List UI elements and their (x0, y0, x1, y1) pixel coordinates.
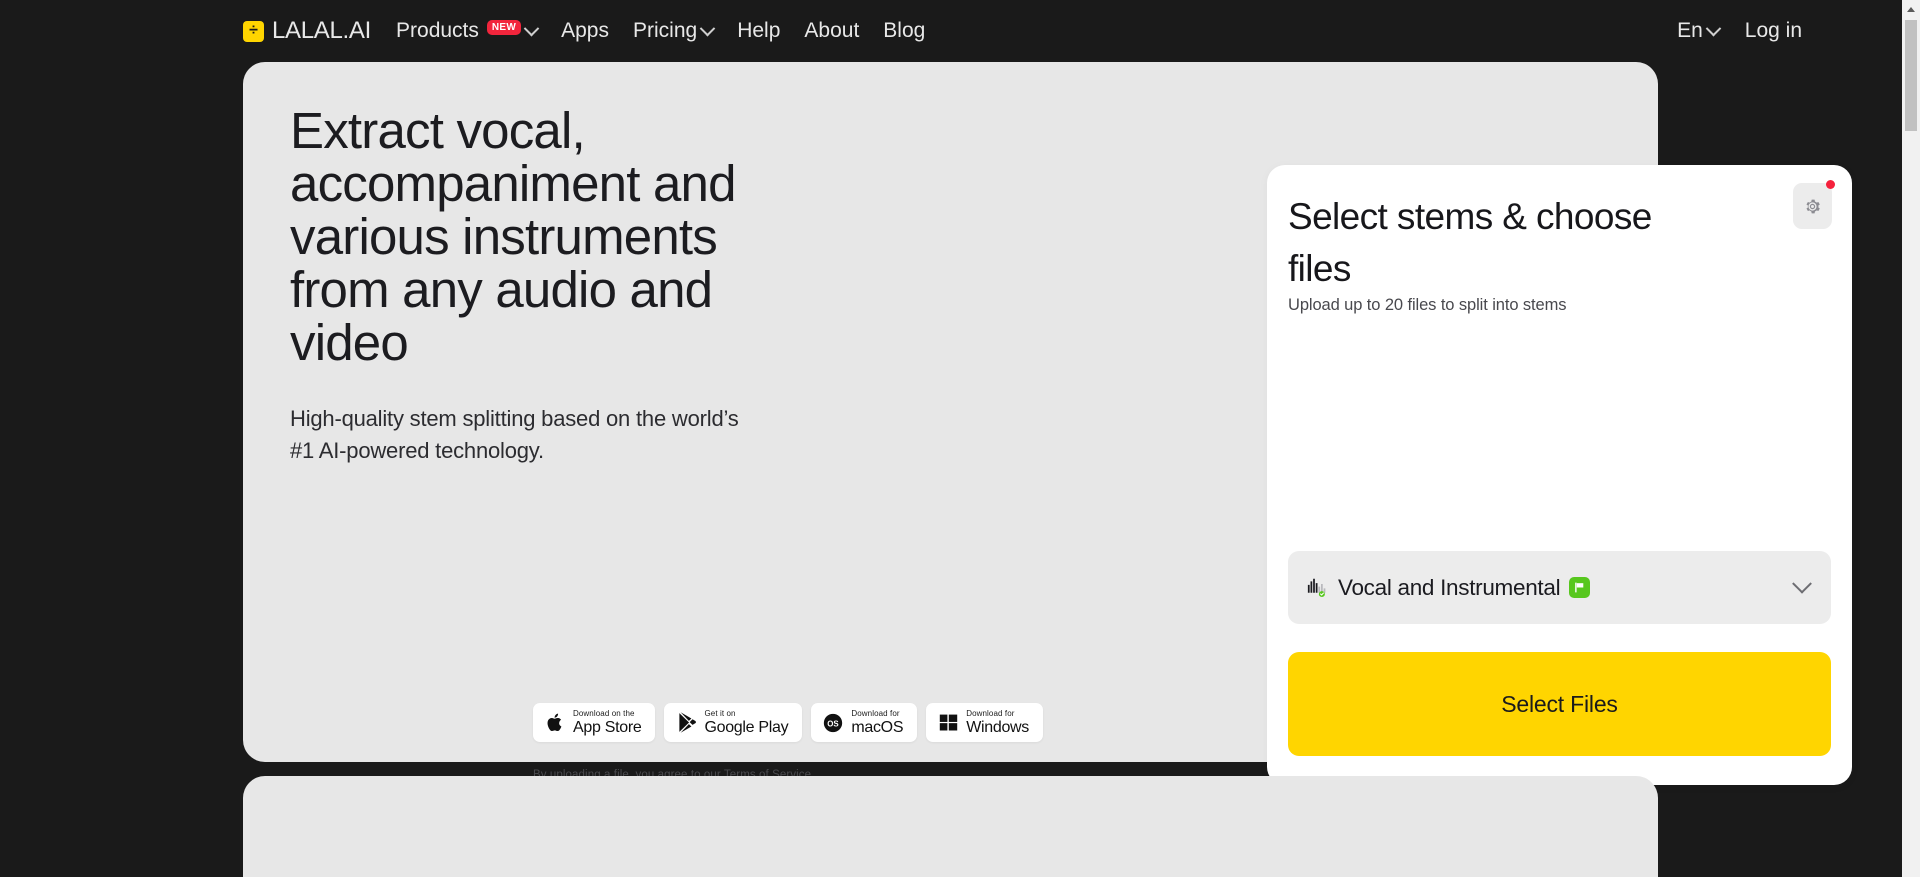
nav-item-blog-label: Blog (883, 19, 926, 42)
hero-panel: Extract vocal, accompaniment and various… (243, 62, 1852, 785)
settings-button[interactable] (1793, 180, 1835, 229)
nav-item-pricing-label: Pricing (633, 19, 698, 42)
brand-name: LALAL.AI (272, 17, 372, 44)
nav-right-group: En Log in (1677, 19, 1860, 43)
app-store-badge[interactable]: Download on the App Store (533, 703, 656, 742)
waveform-stems-icon (1307, 578, 1326, 598)
chevron-down-icon (699, 20, 716, 36)
google-play-badge-text: Get it on Google Play (704, 708, 789, 736)
language-selector-label: En (1677, 19, 1703, 42)
nav-item-help[interactable]: Help (737, 19, 780, 43)
macos-icon: OS (823, 712, 843, 734)
app-store-badge-label: App Store (573, 718, 642, 736)
macos-badge-pretext: Download for (851, 708, 900, 718)
login-link-label: Log in (1744, 19, 1802, 42)
hero-text-block: Extract vocal, accompaniment and various… (290, 104, 810, 467)
select-files-button[interactable]: Select Files (1288, 652, 1831, 756)
store-badges: Download on the App Store Get it on Goog… (533, 703, 1044, 742)
nav-item-apps[interactable]: Apps (561, 19, 609, 43)
macos-badge-label: macOS (851, 718, 904, 736)
google-play-badge[interactable]: Get it on Google Play (664, 703, 803, 742)
hero-subtitle: High-quality stem splitting based on the… (290, 406, 739, 463)
windows-badge-text: Download for Windows (966, 708, 1030, 736)
scrollbar-thumb[interactable] (1905, 20, 1917, 131)
macos-badge[interactable]: OS Download for macOS (811, 703, 918, 742)
upload-card-title: Select stems & choose files (1288, 196, 1652, 289)
language-selector[interactable]: En (1677, 19, 1722, 43)
nav-item-products[interactable]: Products NEW (396, 19, 540, 43)
windows-icon (938, 712, 958, 734)
lalal-logo-icon: ÷ (243, 20, 264, 42)
nav-item-products-label: Products (396, 19, 479, 42)
stem-selector[interactable]: Vocal and Instrumental (1288, 551, 1831, 624)
chevron-up-icon (1907, 6, 1915, 12)
page-title: Extract vocal, accompaniment and various… (290, 102, 736, 371)
windows-badge-label: Windows (966, 718, 1030, 736)
top-navigation: ÷ LALAL.AI Products NEW Apps Pricing Hel… (0, 0, 1900, 62)
page-scrollbar[interactable] (1902, 0, 1920, 877)
nav-item-about-label: About (804, 19, 860, 42)
nav-item-blog[interactable]: Blog (883, 19, 925, 43)
chevron-down-icon (523, 20, 540, 36)
upload-card: Select stems & choose files Upload up to… (1267, 165, 1852, 785)
page-root: ÷ LALAL.AI Products NEW Apps Pricing Hel… (0, 0, 1920, 877)
chevron-down-icon (1792, 573, 1812, 594)
google-play-badge-pretext: Get it on (704, 708, 736, 718)
stem-selector-label: Vocal and Instrumental (1338, 574, 1561, 600)
gear-icon (1806, 199, 1820, 213)
nav-left-group: ÷ LALAL.AI Products NEW Apps Pricing Hel… (243, 17, 925, 45)
google-play-badge-label: Google Play (704, 718, 789, 736)
brand-logo[interactable]: ÷ LALAL.AI (243, 17, 371, 45)
windows-badge-pretext: Download for (966, 708, 1015, 718)
macos-badge-text: Download for macOS (851, 708, 904, 736)
apple-icon (545, 712, 565, 734)
flag-icon (1575, 582, 1584, 593)
model-badge (1569, 577, 1591, 598)
scrollbar-up-arrow[interactable] (1902, 0, 1920, 18)
app-store-badge-pretext: Download on the (573, 708, 635, 718)
nav-item-pricing[interactable]: Pricing (633, 19, 716, 43)
google-play-icon (676, 712, 696, 734)
nav-item-about[interactable]: About (804, 19, 859, 43)
nav-item-apps-label: Apps (561, 19, 609, 42)
upload-card-subtitle: Upload up to 20 files to split into stem… (1288, 296, 1567, 314)
svg-text:OS: OS (828, 719, 839, 728)
windows-badge[interactable]: Download for Windows (926, 703, 1044, 742)
next-section-panel (243, 776, 1658, 877)
login-link[interactable]: Log in (1745, 19, 1802, 43)
nav-item-help-label: Help (737, 19, 781, 42)
notification-dot (1826, 180, 1835, 189)
chevron-down-icon (1705, 20, 1722, 36)
app-store-badge-text: Download on the App Store (573, 708, 642, 736)
new-badge: NEW (486, 19, 522, 35)
